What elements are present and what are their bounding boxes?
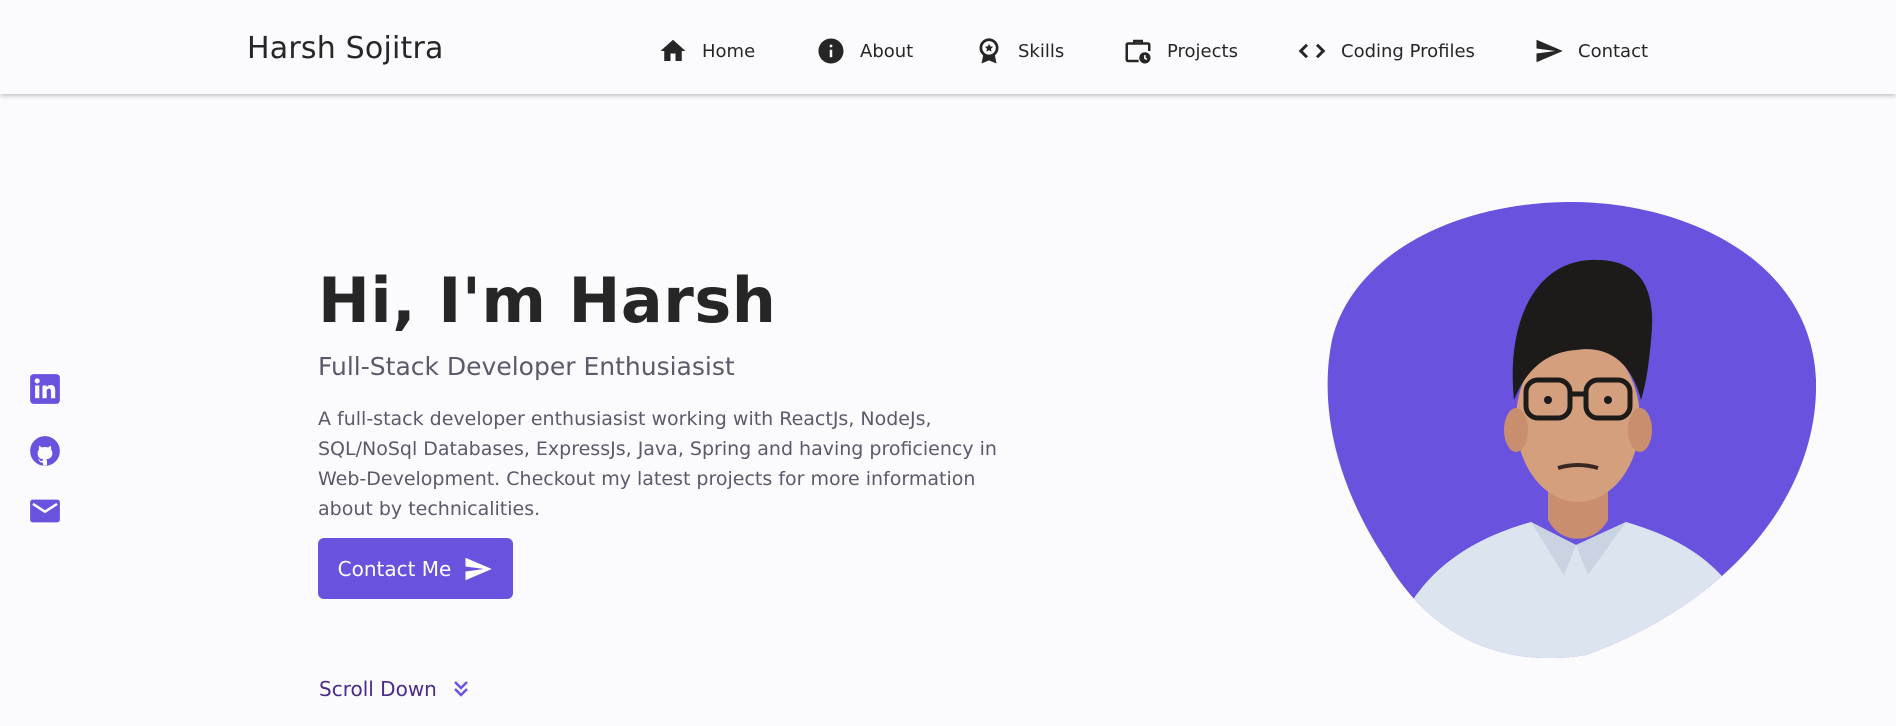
nav-item-about[interactable]: About xyxy=(816,36,913,66)
nav-item-home[interactable]: Home xyxy=(658,36,755,66)
linkedin-icon xyxy=(30,374,60,404)
nav-item-coding-profiles[interactable]: Coding Profiles xyxy=(1297,36,1475,66)
send-icon xyxy=(465,557,493,580)
profile-portrait xyxy=(1327,201,1816,658)
nav-label-about: About xyxy=(860,40,914,62)
nav-item-contact[interactable]: Contact xyxy=(1534,36,1648,66)
nav-item-skills[interactable]: Skills xyxy=(974,36,1064,66)
double-chevron-down-icon xyxy=(454,681,468,697)
site-header: Harsh Sojitra Home About Skills Projects… xyxy=(0,0,1896,94)
award-badge-icon xyxy=(979,38,999,64)
briefcase-clock-icon xyxy=(1125,39,1151,64)
scroll-down-label: Scroll Down xyxy=(319,677,437,701)
social-link-linkedin[interactable] xyxy=(28,372,62,406)
nav-label-projects: Projects xyxy=(1167,40,1238,62)
scroll-down-link[interactable]: Scroll Down xyxy=(319,676,473,702)
info-icon xyxy=(818,38,844,64)
nav-label-home: Home xyxy=(702,40,756,62)
nav-label-coding-profiles: Coding Profiles xyxy=(1341,40,1475,62)
home-icon xyxy=(660,39,686,61)
hero-description: A full-stack developer enthusiasist work… xyxy=(318,408,997,520)
mail-icon xyxy=(30,499,60,523)
nav-label-skills: Skills xyxy=(1018,40,1065,62)
social-link-github[interactable] xyxy=(28,434,62,468)
site-logo[interactable]: Harsh Sojitra xyxy=(247,31,444,66)
social-link-email[interactable] xyxy=(28,494,62,528)
github-icon xyxy=(30,436,60,466)
code-brackets-icon xyxy=(1298,43,1326,59)
contact-me-button[interactable]: Contact Me xyxy=(318,538,513,599)
send-icon xyxy=(1536,39,1563,63)
contact-me-label: Contact Me xyxy=(337,556,452,581)
hero-title: Hi, I'm Harsh xyxy=(318,264,777,337)
hero-subtitle: Full-Stack Developer Enthusiasist xyxy=(318,352,735,381)
nav-label-contact: Contact xyxy=(1578,40,1649,62)
nav-item-projects[interactable]: Projects xyxy=(1123,36,1238,66)
